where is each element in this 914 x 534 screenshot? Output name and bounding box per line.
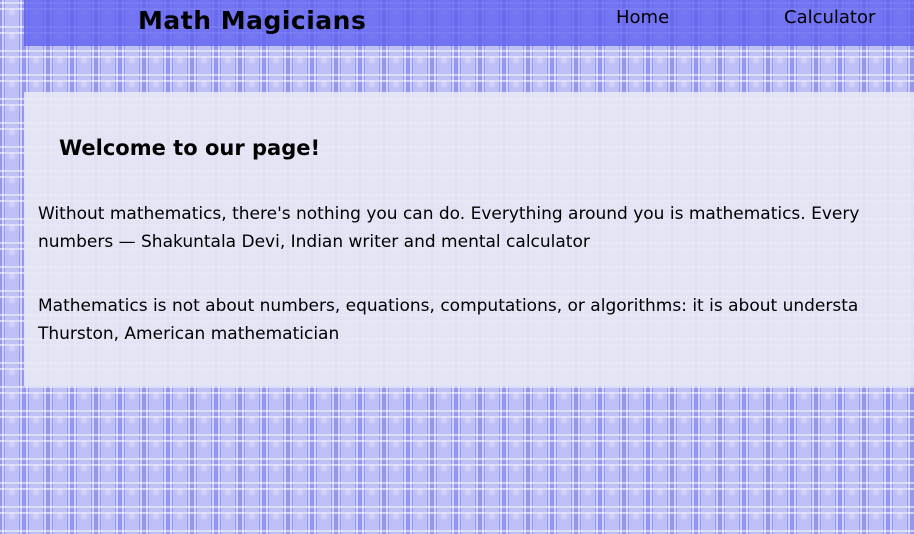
quote-text-line: Without mathematics, there's nothing you… bbox=[38, 204, 860, 224]
nav-home-link[interactable]: Home bbox=[616, 7, 669, 28]
page-title: Welcome to our page! bbox=[59, 136, 321, 160]
top-navbar: Math Magicians Home Calculator bbox=[24, 0, 914, 46]
nav-calculator-link[interactable]: Calculator bbox=[784, 7, 875, 28]
quote-text-line: Mathematics is not about numbers, equati… bbox=[38, 296, 859, 316]
quote-text-line: Thurston, American mathematician bbox=[38, 324, 340, 344]
quote-text-line: numbers — Shakuntala Devi, Indian writer… bbox=[38, 232, 590, 252]
quote-paragraph: Mathematics is not about numbers, equati… bbox=[38, 292, 914, 348]
quote-paragraph: Without mathematics, there's nothing you… bbox=[38, 200, 914, 256]
main-content: Welcome to our page! Without mathematics… bbox=[24, 92, 914, 386]
brand-logo-text: Math Magicians bbox=[138, 6, 367, 35]
